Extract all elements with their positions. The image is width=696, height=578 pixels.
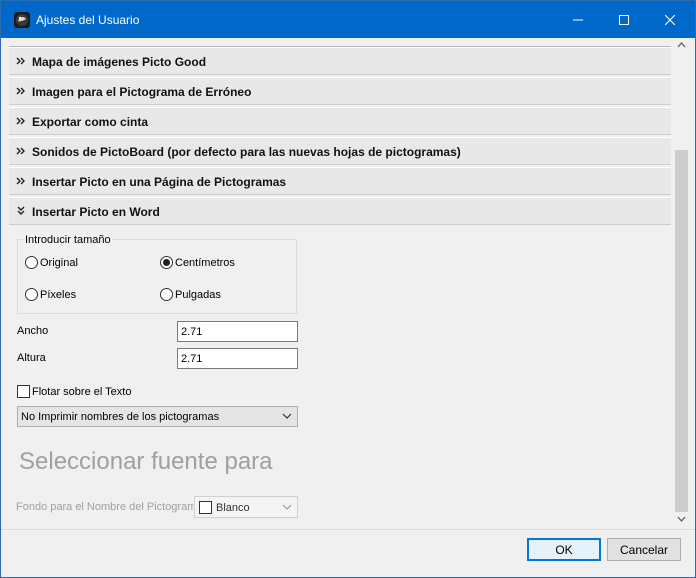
section-label: Mapa de imágenes Picto Good	[32, 55, 207, 69]
size-group-title: Introducir tamaño	[24, 234, 112, 246]
double-chevron-right-icon	[16, 117, 25, 125]
print-names-select-value: No Imprimir nombres de los pictogramas	[21, 411, 220, 423]
section-label: Imagen para el Pictograma de Erróneo	[32, 85, 252, 99]
double-chevron-down-icon	[17, 206, 25, 215]
width-input[interactable]	[177, 321, 298, 342]
section-header-export-strip[interactable]: Exportar como cinta	[9, 107, 671, 135]
width-label: Ancho	[17, 325, 49, 337]
dialog-footer: OK Cancelar	[1, 529, 695, 577]
radio-label-original: Original	[40, 257, 78, 269]
double-chevron-right-icon	[16, 57, 25, 65]
section-label: Insertar Picto en una Página de Pictogra…	[32, 175, 287, 189]
minimize-button[interactable]	[555, 1, 601, 38]
section-label: Insertar Picto en Word	[32, 205, 160, 219]
float-over-text-checkbox[interactable]	[17, 385, 30, 398]
section-label: Sonidos de PictoBoard (por defecto para …	[32, 145, 461, 159]
double-chevron-right-icon	[16, 147, 25, 155]
settings-window: Ajustes del Usuario Mapa de imágenes Pic…	[0, 0, 696, 578]
app-icon	[14, 12, 30, 28]
close-button[interactable]	[647, 1, 693, 38]
double-chevron-right-icon	[16, 177, 25, 185]
radio-label-centimeters: Centímetros	[175, 257, 235, 269]
settings-panel: Mapa de imágenes Picto Good Imagen para …	[9, 38, 673, 529]
vertical-scrollbar[interactable]	[673, 38, 690, 529]
background-label: Fondo para el Nombre del Pictograma	[16, 501, 203, 513]
minimize-icon	[573, 19, 583, 20]
section-header-pictoboard-sounds[interactable]: Sonidos de PictoBoard (por defecto para …	[9, 137, 671, 165]
scroll-up-icon[interactable]	[677, 42, 686, 48]
print-names-select[interactable]: No Imprimir nombres de los pictogramas	[17, 406, 298, 427]
double-chevron-right-icon	[16, 87, 25, 95]
radio-label-pixels: Píxeles	[40, 289, 77, 301]
cancel-button[interactable]: Cancelar	[607, 538, 681, 561]
maximize-button[interactable]	[601, 1, 647, 38]
scroll-down-icon[interactable]	[677, 516, 686, 522]
close-icon	[665, 14, 675, 25]
size-group	[17, 239, 297, 314]
float-over-text-label: Flotar sobre el Texto	[32, 386, 132, 398]
maximize-icon	[619, 14, 629, 25]
radio-inches[interactable]	[160, 288, 173, 301]
background-color-value: Blanco	[216, 502, 250, 514]
section-header-insert-in-page[interactable]: Insertar Picto en una Página de Pictogra…	[9, 167, 671, 195]
height-input[interactable]	[177, 348, 298, 369]
scrollbar-thumb[interactable]	[675, 150, 688, 512]
section-label: Exportar como cinta	[32, 115, 149, 129]
radio-centimeters[interactable]	[160, 256, 173, 269]
ok-button[interactable]: OK	[527, 538, 601, 561]
section-header-insert-in-word[interactable]: Insertar Picto en Word	[9, 197, 671, 225]
radio-label-inches: Pulgadas	[175, 289, 221, 301]
height-label: Altura	[17, 352, 46, 364]
section-header-image-map[interactable]: Mapa de imágenes Picto Good	[9, 47, 671, 75]
color-swatch	[199, 501, 212, 514]
radio-original[interactable]	[25, 256, 38, 269]
radio-pixels[interactable]	[25, 288, 38, 301]
chevron-down-icon	[282, 413, 292, 419]
chevron-down-icon	[282, 504, 292, 510]
section-header-error-image[interactable]: Imagen para el Pictograma de Erróneo	[9, 77, 671, 105]
title-bar[interactable]: Ajustes del Usuario	[1, 1, 695, 38]
font-select-label: Seleccionar fuente para	[19, 448, 273, 475]
window-title: Ajustes del Usuario	[36, 13, 140, 27]
background-color-select[interactable]: Blanco	[194, 496, 298, 518]
